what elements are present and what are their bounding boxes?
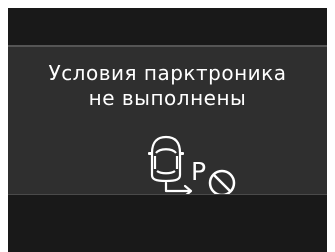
car-icon (150, 135, 182, 183)
cluster-display: Условия парктроника не выполнены P (0, 0, 335, 252)
warning-message-line-1: Условия парктроника (48, 61, 287, 85)
parking-letter: P (191, 157, 206, 186)
warning-message: Условия парктроника не выполнены (8, 61, 327, 111)
top-bar (8, 8, 327, 45)
park-assist-unavailable-icon: P (146, 131, 244, 201)
bottom-bar (8, 194, 327, 252)
warning-panel: Условия парктроника не выполнены P (8, 47, 327, 198)
warning-message-line-2: не выполнены (88, 86, 247, 110)
prohibited-icon (208, 169, 236, 197)
bottom-divider (8, 194, 327, 195)
